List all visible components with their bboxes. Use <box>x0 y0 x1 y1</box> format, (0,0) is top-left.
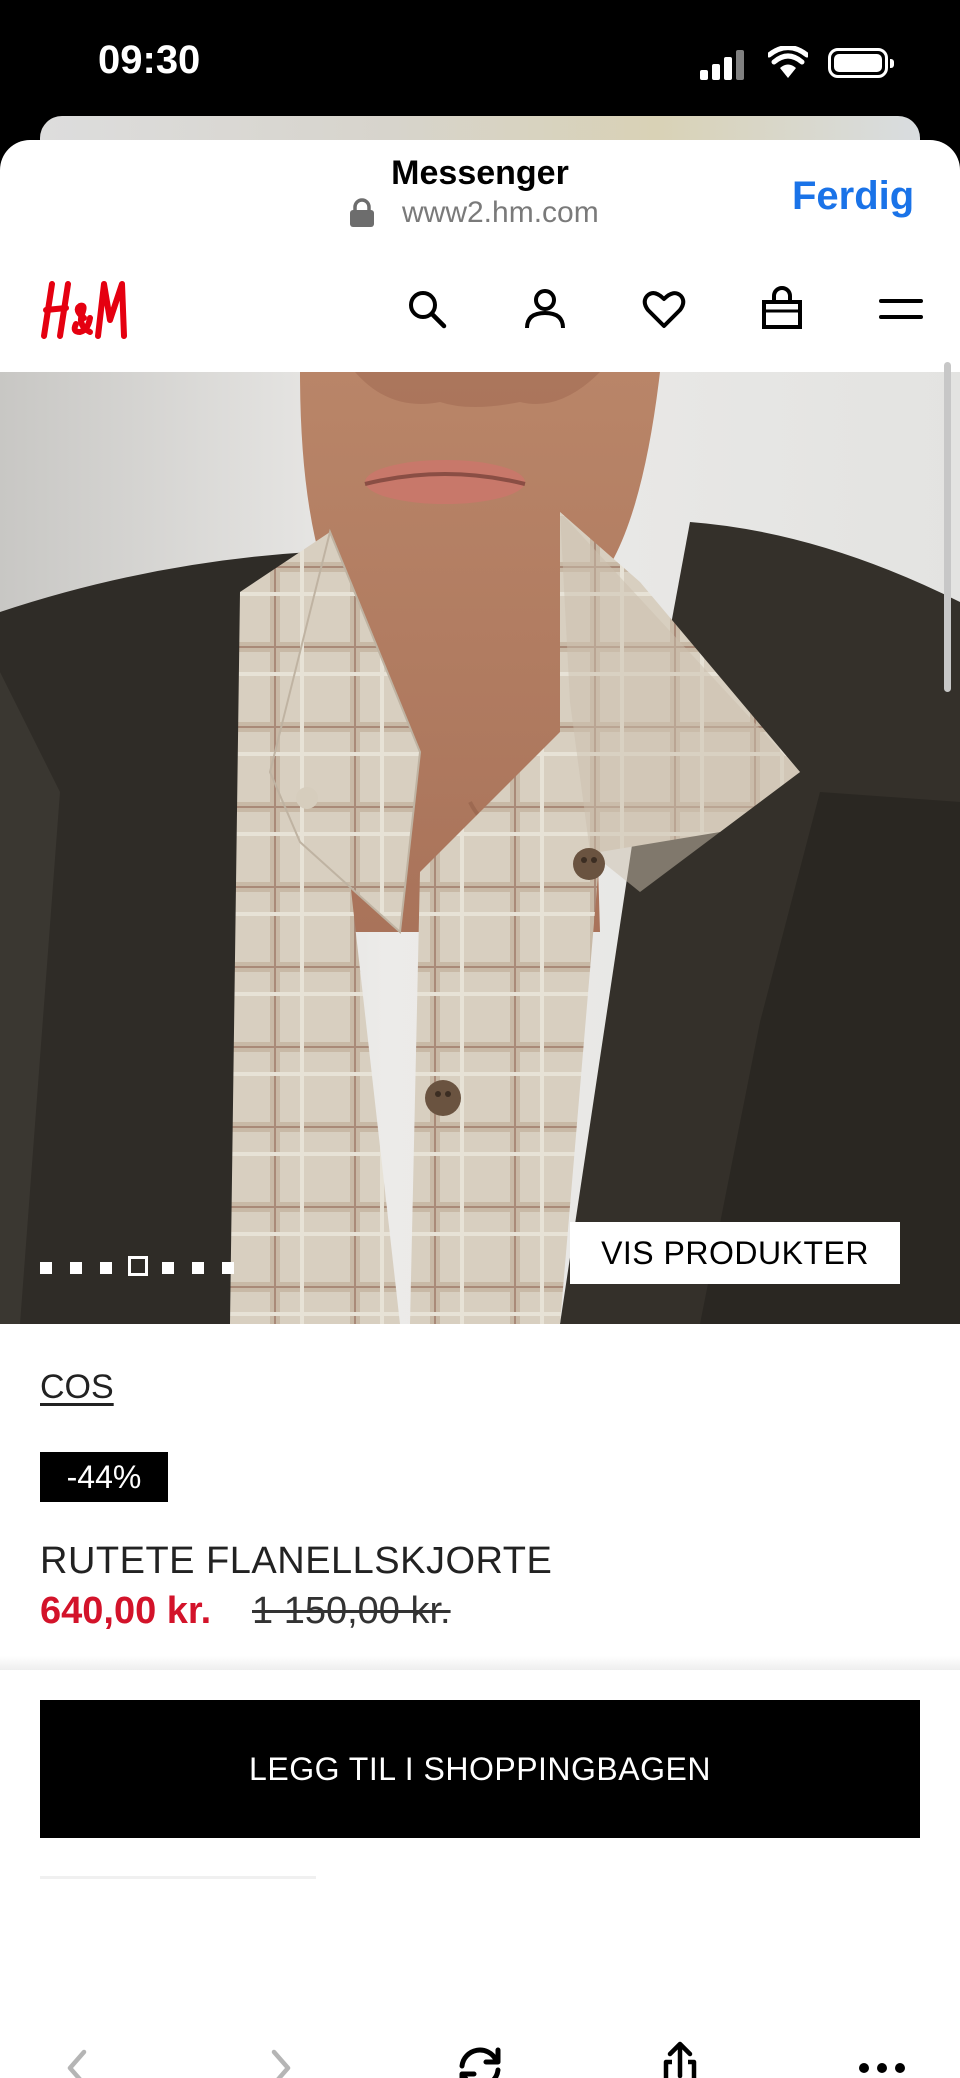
divider <box>40 1876 316 1879</box>
battery-icon <box>828 48 894 78</box>
browser-url[interactable]: www2.hm.com <box>402 196 599 230</box>
carousel-dot[interactable] <box>222 1262 234 1274</box>
hm-logo[interactable] <box>38 274 130 344</box>
favorites-icon[interactable] <box>641 286 687 332</box>
signal-icon <box>700 48 750 80</box>
brand-link[interactable]: COS <box>40 1368 114 1407</box>
add-to-bag-button[interactable]: LEGG TIL I SHOPPINGBAGEN <box>40 1700 920 1838</box>
scrollbar[interactable] <box>944 362 951 692</box>
account-icon[interactable] <box>522 286 568 332</box>
carousel-dot[interactable] <box>100 1262 112 1274</box>
reload-icon[interactable] <box>452 2040 508 2078</box>
shopping-bag-icon[interactable] <box>759 286 805 332</box>
sale-price: 640,00 kr. <box>40 1590 212 1632</box>
carousel-dot[interactable] <box>70 1262 82 1274</box>
product-name: RUTETE FLANELLSKJORTE <box>40 1540 553 1582</box>
menu-icon[interactable] <box>878 286 924 332</box>
status-time: 09:30 <box>98 38 201 82</box>
in-app-browser-sheet: Messenger www2.hm.com Ferdig VIS PRODUKT… <box>0 140 960 2078</box>
lock-icon <box>350 198 374 227</box>
done-button[interactable]: Ferdig <box>792 174 914 219</box>
product-image-carousel[interactable] <box>0 372 960 1324</box>
forward-icon[interactable] <box>252 2040 308 2078</box>
original-price: 1 150,00 kr. <box>252 1590 451 1632</box>
search-icon[interactable] <box>404 286 450 332</box>
show-products-button[interactable]: VIS PRODUKTER <box>570 1222 900 1284</box>
carousel-dot[interactable] <box>162 1262 174 1274</box>
carousel-dot[interactable] <box>192 1262 204 1274</box>
more-icon[interactable] <box>854 2040 910 2078</box>
sticky-footer-divider <box>0 1656 960 1670</box>
back-icon[interactable] <box>50 2040 106 2078</box>
wifi-icon <box>768 46 808 78</box>
carousel-dot[interactable] <box>40 1262 52 1274</box>
carousel-dot-active[interactable] <box>128 1256 148 1276</box>
share-icon[interactable] <box>652 2040 708 2078</box>
discount-badge: -44% <box>40 1452 168 1502</box>
product-photo <box>0 372 960 1324</box>
